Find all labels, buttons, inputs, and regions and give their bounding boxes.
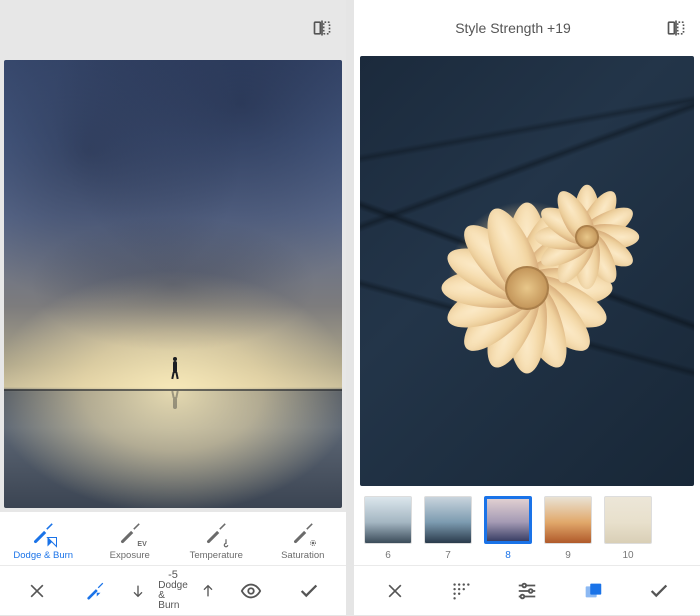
arrow-up-icon [200,583,216,599]
topbar-right: Style Strength +19 [354,0,700,56]
value-stepper: -5 Dodge & Burn [124,566,221,616]
compare-icon [312,18,332,38]
increase-button[interactable] [194,566,222,616]
filter-strip[interactable]: 6 7 8 9 10 [354,486,700,565]
filter-label: 7 [445,550,451,561]
photo-canvas-right[interactable] [354,56,700,486]
filter-swatch [604,496,652,544]
preview-button[interactable] [222,566,280,616]
stepper-label: Dodge & Burn [158,581,187,611]
filter-label: 6 [385,550,391,561]
styles-icon [582,580,604,602]
topbar-title-right: Style Strength +19 [364,20,662,36]
editor-pane-left: Dodge & Burn EV Exposure Temperature [0,0,346,615]
texture-icon [450,580,472,602]
filter-label: 8 [505,550,511,561]
tool-label: Dodge & Burn [13,550,73,561]
filter-label: 10 [622,550,633,561]
filter-10[interactable]: 10 [602,496,654,561]
filter-swatch [484,496,532,544]
arrow-down-icon [130,583,146,599]
photo-preview [4,60,342,508]
tool-exposure[interactable]: EV Exposure [87,520,174,561]
decrease-button[interactable] [124,566,152,616]
filter-label: 9 [565,550,571,561]
close-icon [27,581,47,601]
filter-swatch [364,496,412,544]
tool-label: Temperature [190,550,243,561]
check-icon [648,580,670,602]
styles-button[interactable] [560,566,626,616]
close-icon [385,581,405,601]
stepper-value: -5 Dodge & Burn [158,570,187,611]
texture-button[interactable] [428,566,494,616]
compare-button[interactable] [662,14,690,42]
photo-canvas-left[interactable] [0,56,346,512]
apply-button[interactable] [626,566,692,616]
compare-icon [666,18,686,38]
eye-icon [240,580,262,602]
tool-label: Exposure [110,550,150,561]
check-icon [298,580,320,602]
brush-temperature-icon [203,520,229,546]
tool-label: Saturation [281,550,324,561]
brush-mode-button[interactable] [66,566,124,616]
cancel-button[interactable] [362,566,428,616]
adjust-button[interactable] [494,566,560,616]
actionbar-left: -5 Dodge & Burn [0,565,346,615]
brush-dodge-burn-icon [30,520,56,546]
photo-preview [360,56,694,486]
filter-9[interactable]: 9 [542,496,594,561]
cancel-button[interactable] [8,566,66,616]
editor-pane-right: Style Strength +19 6 [354,0,700,615]
brush-mode-icon [84,580,106,602]
brush-tool-row: Dodge & Burn EV Exposure Temperature [0,512,346,565]
brush-saturation-icon [290,520,316,546]
sliders-icon [516,580,538,602]
badge-ev: EV [137,541,146,548]
actionbar-right [354,565,700,615]
filter-swatch [424,496,472,544]
apply-button[interactable] [280,566,338,616]
tool-temperature[interactable]: Temperature [173,520,260,561]
brush-exposure-icon: EV [117,520,143,546]
compare-button[interactable] [308,14,336,42]
filter-7[interactable]: 7 [422,496,474,561]
filter-8[interactable]: 8 [482,496,534,561]
tool-saturation[interactable]: Saturation [260,520,347,561]
filter-swatch [544,496,592,544]
topbar-left [0,0,346,56]
tool-dodge-burn[interactable]: Dodge & Burn [0,520,87,561]
filter-6[interactable]: 6 [362,496,414,561]
